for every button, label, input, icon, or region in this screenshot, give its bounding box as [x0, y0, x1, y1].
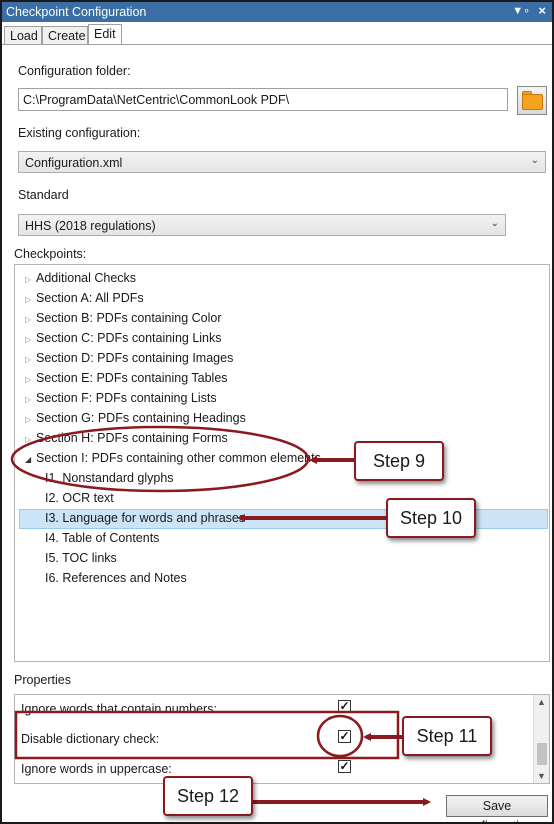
folder-icon: [522, 94, 543, 110]
tree-section-label: Additional Checks: [36, 271, 137, 285]
property-label: Ignore words in uppercase:: [21, 762, 172, 776]
step10-callout: Step 10: [386, 498, 476, 538]
tree-section-b[interactable]: ▷ Section B: PDFs containing Color: [25, 311, 222, 331]
tree-item-label: I3. Language for words and phrases: [45, 511, 246, 525]
save-configuration-label: Save configuration: [461, 799, 533, 824]
tree-section-h[interactable]: ▷ Section H: PDFs containing Forms: [25, 431, 228, 451]
chevron-down-icon: ⌄: [530, 155, 539, 166]
tab-load-label: Load: [10, 29, 38, 43]
tree-item-label: I5. TOC links: [45, 551, 117, 565]
close-icon[interactable]: ×: [538, 3, 546, 18]
tree-section-label: Section B: PDFs containing Color: [36, 311, 222, 325]
expand-arrow-icon[interactable]: ▷: [25, 315, 36, 324]
expand-arrow-icon[interactable]: ▷: [25, 335, 36, 344]
save-configuration-button[interactable]: Save configuration: [446, 795, 548, 824]
property-label: Disable dictionary check:: [21, 732, 160, 746]
tree-section-e[interactable]: ▷ Section E: PDFs containing Tables: [25, 371, 228, 391]
standard-value: HHS (2018 regulations): [25, 219, 156, 233]
step9-callout: Step 9: [354, 441, 444, 481]
scroll-down-icon[interactable]: ▼: [537, 771, 546, 781]
tree-section-label: Section D: PDFs containing Images: [36, 351, 234, 365]
collapse-arrow-icon[interactable]: ◢: [25, 455, 36, 464]
existing-config-select[interactable]: Configuration.xml ⌄: [18, 151, 546, 173]
checkpoint-configuration-panel: Checkpoint Configuration ▼∘ × Load Creat…: [0, 0, 554, 824]
tree-section-label: Section G: PDFs containing Headings: [36, 411, 246, 425]
properties-scrollbar[interactable]: ▲ ▼: [533, 695, 549, 783]
tree-section-additional[interactable]: ▷ Additional Checks: [25, 271, 136, 291]
ignore-numbers-checkbox[interactable]: ✓: [338, 700, 351, 713]
standard-label: Standard: [18, 188, 69, 202]
tab-divider: [2, 44, 552, 45]
tree-section-c[interactable]: ▷ Section C: PDFs containing Links: [25, 331, 222, 351]
step10-label: Step 10: [399, 508, 463, 528]
tree-section-label: Section A: All PDFs: [36, 291, 144, 305]
tab-edit-label: Edit: [94, 27, 116, 41]
ignore-uppercase-checkbox[interactable]: ✓: [338, 760, 351, 773]
disable-dictionary-checkbox[interactable]: ✓: [338, 730, 351, 743]
title-bar: Checkpoint Configuration ▼∘ ×: [2, 2, 552, 22]
tree-section-d[interactable]: ▷ Section D: PDFs containing Images: [25, 351, 233, 371]
step12-label: Step 12: [176, 786, 240, 806]
tree-item-label: I1. Nonstandard glyphs: [45, 471, 174, 485]
tree-item-label: I2. OCR text: [45, 491, 114, 505]
chevron-down-icon: ⌄: [490, 218, 499, 229]
tree-item-i1[interactable]: I1. Nonstandard glyphs: [45, 471, 174, 491]
tree-section-f[interactable]: ▷ Section F: PDFs containing Lists: [25, 391, 217, 411]
tree-section-g[interactable]: ▷ Section G: PDFs containing Headings: [25, 411, 246, 431]
checkpoints-label: Checkpoints:: [14, 247, 87, 261]
tab-create-label: Create: [48, 29, 86, 43]
expand-arrow-icon[interactable]: ▷: [25, 395, 36, 404]
tree-item-i6[interactable]: I6. References and Notes: [45, 571, 187, 591]
tree-item-i4[interactable]: I4. Table of Contents: [45, 531, 159, 551]
step11-callout: Step 11: [402, 716, 492, 756]
tree-item-label: I6. References and Notes: [45, 571, 187, 585]
window-title: Checkpoint Configuration: [6, 5, 147, 19]
property-label: Ignore words that contain numbers:: [21, 702, 217, 716]
step12-callout: Step 12: [163, 776, 253, 816]
config-folder-label: Configuration folder:: [18, 64, 131, 78]
expand-arrow-icon[interactable]: ▷: [25, 415, 36, 424]
tree-section-label: Section I: PDFs containing other common …: [36, 451, 321, 465]
tree-item-i5[interactable]: I5. TOC links: [45, 551, 117, 571]
scroll-thumb[interactable]: [537, 743, 547, 765]
expand-arrow-icon[interactable]: ▷: [25, 355, 36, 364]
tree-section-a[interactable]: ▷ Section A: All PDFs: [25, 291, 144, 311]
tree-item-i2[interactable]: I2. OCR text: [45, 491, 114, 511]
expand-arrow-icon[interactable]: ▷: [25, 275, 36, 284]
step9-label: Step 9: [372, 451, 426, 471]
tree-section-label: Section C: PDFs containing Links: [36, 331, 222, 345]
tree-item-i3[interactable]: I3. Language for words and phrases: [45, 511, 245, 531]
config-folder-value: C:\ProgramData\NetCentric\CommonLook PDF…: [23, 93, 290, 107]
existing-config-label: Existing configuration:: [18, 126, 141, 140]
expand-arrow-icon[interactable]: ▷: [25, 375, 36, 384]
tree-section-label: Section H: PDFs containing Forms: [36, 431, 228, 445]
checkpoints-tree: ▷ Additional Checks ▷ Section A: All PDFs …: [14, 264, 550, 662]
tab-load[interactable]: Load: [4, 26, 42, 44]
browse-folder-button[interactable]: [517, 86, 547, 115]
scroll-up-icon[interactable]: ▲: [537, 697, 546, 707]
tree-section-label: Section F: PDFs containing Lists: [36, 391, 217, 405]
pin-icon[interactable]: ▼∘: [512, 4, 530, 17]
tab-edit[interactable]: Edit: [88, 24, 122, 45]
existing-config-value: Configuration.xml: [25, 156, 123, 170]
config-folder-input[interactable]: C:\ProgramData\NetCentric\CommonLook PDF…: [18, 88, 508, 111]
step11-label: Step 11: [416, 726, 478, 746]
tree-section-label: Section E: PDFs containing Tables: [36, 371, 228, 385]
tree-section-i[interactable]: ◢ Section I: PDFs containing other common…: [25, 451, 321, 471]
expand-arrow-icon[interactable]: ▷: [25, 435, 36, 444]
tree-item-label: I4. Table of Contents: [45, 531, 160, 545]
expand-arrow-icon[interactable]: ▷: [25, 295, 36, 304]
tab-create[interactable]: Create: [42, 26, 88, 44]
properties-label: Properties: [14, 673, 71, 687]
standard-select[interactable]: HHS (2018 regulations) ⌄: [18, 214, 506, 236]
